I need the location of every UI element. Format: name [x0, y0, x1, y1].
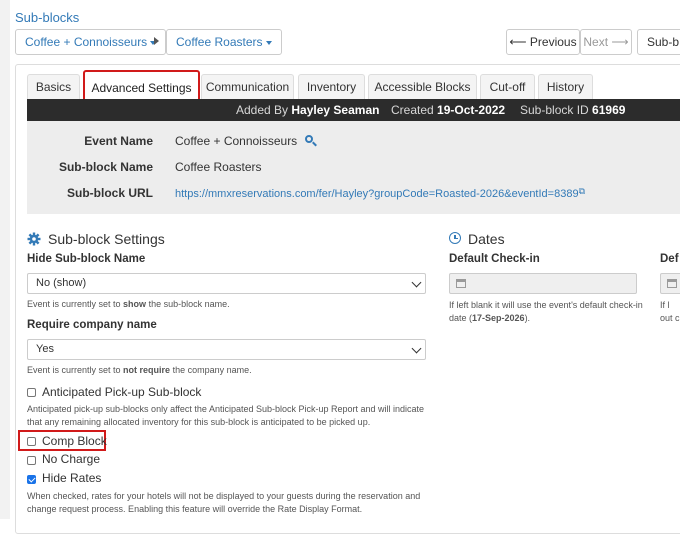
hide-subblock-name-help: Event is currently set to show the sub-b…: [27, 299, 230, 309]
hide-subblock-name-select[interactable]: No (show): [27, 273, 426, 294]
tab-history[interactable]: History: [538, 74, 593, 100]
chevron-down-icon: [411, 277, 422, 288]
subblock-dropdown[interactable]: Coffee Roasters: [166, 29, 282, 55]
subblock-name-value: Coffee Roasters: [175, 160, 262, 174]
calendar-icon: [667, 279, 677, 288]
default-checkout-help: If l out c: [660, 300, 680, 323]
hide-rates-help: When checked, rates for your hotels will…: [27, 491, 421, 514]
anticipated-pickup-checkbox[interactable]: [27, 388, 36, 397]
subblock-id: Sub-block ID 61969: [520, 103, 626, 117]
hide-subblock-name-label: Hide Sub-block Name: [27, 253, 146, 265]
hide-rates-label[interactable]: Hide Rates: [42, 471, 101, 485]
no-charge-label[interactable]: No Charge: [42, 452, 100, 466]
tab-accessible-blocks[interactable]: Accessible Blocks: [368, 74, 477, 100]
subblock-url-label: Sub-block URL: [67, 186, 153, 200]
subblock-settings-heading: Sub-block Settings: [48, 231, 165, 247]
event-name-label: Event Name: [84, 134, 153, 148]
subblock-name-label: Sub-block Name: [58, 160, 153, 174]
event-dropdown-label: Coffee + Connoisseurs: [25, 35, 148, 49]
default-checkin-label: Default Check-in: [449, 253, 540, 265]
hide-subblock-name-value: No (show): [36, 277, 87, 289]
previous-label: Previous: [529, 35, 577, 49]
added-by: Added By Hayley Seaman: [236, 103, 380, 117]
require-company-value: Yes: [36, 343, 54, 355]
subblock-dropdown-label: Coffee Roasters: [176, 35, 263, 49]
page-title[interactable]: Sub-blocks: [15, 10, 79, 25]
next-button[interactable]: Next ⟶: [580, 29, 632, 55]
previous-button[interactable]: ⟵ Previous: [506, 29, 580, 55]
event-dropdown[interactable]: Coffee + Connoisseurs: [15, 29, 167, 55]
subblock-url-link[interactable]: https://mmxreservations.com/fer/Hayley?g…: [175, 186, 585, 200]
anticipated-pickup-help: Anticipated pick-up sub-blocks only affe…: [27, 404, 425, 427]
chevron-down-icon: [411, 343, 422, 354]
dates-heading: Dates: [468, 231, 505, 247]
require-company-select[interactable]: Yes: [27, 339, 426, 360]
tab-inventory[interactable]: Inventory: [298, 74, 365, 100]
calendar-icon: [456, 279, 466, 288]
tab-cut-off[interactable]: Cut-off: [480, 74, 535, 100]
default-checkin-help: If left blank it will use the event's de…: [449, 300, 643, 323]
created-date: Created 19-Oct-2022: [391, 103, 506, 117]
hide-rates-checkbox[interactable]: [27, 475, 36, 484]
next-label: Next: [583, 35, 609, 49]
event-name-value: Coffee + Connoisseurs: [175, 134, 317, 148]
comp-block-label[interactable]: Comp Block: [42, 434, 107, 448]
caret-down-icon: [265, 40, 272, 45]
external-link-icon: ⧉: [578, 186, 585, 196]
tab-communication[interactable]: Communication: [201, 74, 294, 100]
clock-icon: [449, 232, 461, 244]
comp-block-checkbox[interactable]: [27, 437, 36, 446]
anticipated-pickup-label[interactable]: Anticipated Pick-up Sub-block: [42, 385, 201, 399]
default-checkout-label: Def: [660, 253, 679, 265]
breadcrumb-arrow-icon: [154, 37, 159, 45]
arrow-left-icon: ⟵: [509, 35, 527, 49]
tab-basics[interactable]: Basics: [27, 74, 80, 100]
subblock-actions-button[interactable]: Sub-b: [637, 29, 680, 55]
metadata-bar: Added By Hayley Seaman Created 19-Oct-20…: [27, 99, 680, 121]
no-charge-checkbox[interactable]: [27, 456, 36, 465]
gear-icon: [27, 232, 41, 246]
search-icon[interactable]: [304, 135, 317, 147]
default-checkin-input[interactable]: [449, 273, 637, 294]
arrow-right-icon: ⟶: [611, 35, 629, 49]
require-company-help: Event is currently set to not require th…: [27, 365, 252, 375]
default-checkout-input[interactable]: [660, 273, 680, 294]
left-scroll-strip: [0, 0, 10, 519]
require-company-label: Require company name: [27, 319, 157, 331]
